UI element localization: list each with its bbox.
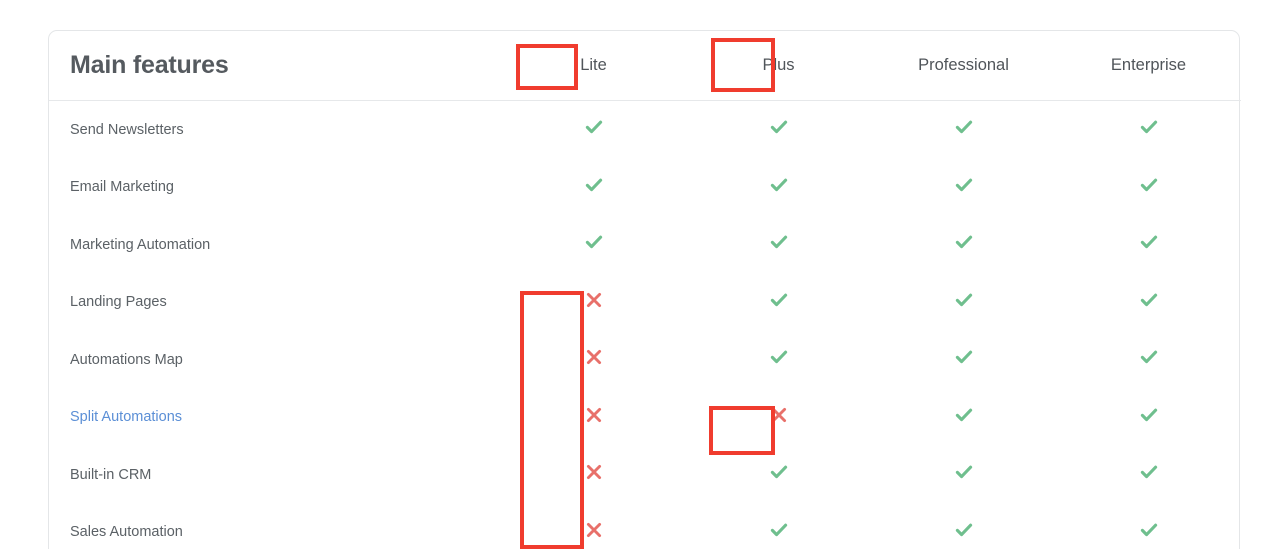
cross-icon — [769, 405, 789, 425]
cell-professional — [871, 446, 1056, 504]
cell-professional — [871, 389, 1056, 447]
cell-lite — [501, 504, 686, 549]
feature-name: Landing Pages — [70, 294, 167, 311]
check-icon — [954, 290, 974, 310]
table-body: Send Newsletters Email Marketing Marketing… — [49, 101, 1241, 549]
cell-plus — [686, 274, 871, 332]
cross-icon — [584, 520, 604, 540]
check-icon — [1139, 347, 1159, 367]
cell-plus — [686, 101, 871, 159]
check-icon — [1139, 117, 1159, 137]
page-viewport: Main features Lite Plus Professional Ent… — [0, 0, 1280, 549]
cell-plus — [686, 389, 871, 447]
check-icon — [769, 520, 789, 540]
column-header-professional[interactable]: Professional — [871, 31, 1056, 101]
check-icon — [954, 462, 974, 482]
cell-lite — [501, 216, 686, 274]
cell-professional — [871, 274, 1056, 332]
table-row: Email Marketing — [49, 159, 1241, 217]
cell-plus — [686, 159, 871, 217]
cell-enterprise — [1056, 159, 1241, 217]
table-header: Main features Lite Plus Professional Ent… — [49, 31, 1241, 101]
column-header-lite-label: Lite — [580, 56, 607, 74]
check-icon — [1139, 462, 1159, 482]
page-title: Main features — [49, 31, 501, 101]
cell-lite — [501, 446, 686, 504]
cell-professional — [871, 216, 1056, 274]
check-icon — [769, 232, 789, 252]
table-row: Split Automations — [49, 389, 1241, 447]
table-row: Send Newsletters — [49, 101, 1241, 159]
check-icon — [1139, 175, 1159, 195]
cell-professional — [871, 504, 1056, 549]
cross-icon — [584, 347, 604, 367]
table-row: Landing Pages — [49, 274, 1241, 332]
cell-lite — [501, 101, 686, 159]
check-icon — [1139, 232, 1159, 252]
table-row: Sales Automation — [49, 504, 1241, 549]
feature-comparison-table: Main features Lite Plus Professional Ent… — [49, 31, 1241, 549]
cell-lite — [501, 389, 686, 447]
feature-name: Built-in CRM — [70, 466, 152, 483]
feature-name: Sales Automation — [70, 524, 183, 541]
check-icon — [954, 347, 974, 367]
feature-comparison-card: Main features Lite Plus Professional Ent… — [48, 30, 1241, 549]
column-header-enterprise[interactable]: Enterprise — [1056, 31, 1241, 101]
check-icon — [954, 175, 974, 195]
table-row: Automations Map — [49, 331, 1241, 389]
cell-enterprise — [1056, 446, 1241, 504]
cell-enterprise — [1056, 331, 1241, 389]
check-icon — [584, 232, 604, 252]
cell-enterprise — [1056, 389, 1241, 447]
column-header-plus[interactable]: Plus — [686, 31, 871, 101]
column-header-plus-label: Plus — [762, 56, 795, 74]
header-row: Main features Lite Plus Professional Ent… — [49, 31, 1241, 101]
column-header-professional-label: Professional — [918, 56, 1009, 74]
check-icon — [954, 232, 974, 252]
cell-lite — [501, 331, 686, 389]
feature-name: Send Newsletters — [70, 121, 184, 138]
cell-enterprise — [1056, 216, 1241, 274]
check-icon — [769, 117, 789, 137]
column-header-enterprise-label: Enterprise — [1110, 56, 1187, 74]
check-icon — [769, 347, 789, 367]
cell-plus — [686, 331, 871, 389]
cell-enterprise — [1056, 274, 1241, 332]
check-icon — [1139, 405, 1159, 425]
check-icon — [954, 117, 974, 137]
feature-name: Automations Map — [70, 351, 183, 368]
column-header-lite[interactable]: Lite — [501, 31, 686, 101]
table-row: Built-in CRM — [49, 446, 1241, 504]
feature-name: Email Marketing — [70, 179, 174, 196]
check-icon — [954, 405, 974, 425]
feature-name: Marketing Automation — [70, 236, 211, 253]
cell-plus — [686, 504, 871, 549]
check-icon — [1139, 520, 1159, 540]
cell-lite — [501, 274, 686, 332]
cell-plus — [686, 446, 871, 504]
cell-enterprise — [1056, 504, 1241, 549]
cell-plus — [686, 216, 871, 274]
check-icon — [769, 462, 789, 482]
cell-professional — [871, 101, 1056, 159]
check-icon — [584, 117, 604, 137]
feature-name-link[interactable]: Split Automations — [49, 389, 501, 447]
cell-professional — [871, 331, 1056, 389]
cross-icon — [584, 462, 604, 482]
check-icon — [1139, 290, 1159, 310]
cross-icon — [584, 405, 604, 425]
cell-enterprise — [1056, 101, 1241, 159]
check-icon — [769, 175, 789, 195]
check-icon — [584, 175, 604, 195]
check-icon — [769, 290, 789, 310]
cell-professional — [871, 159, 1056, 217]
table-row: Marketing Automation — [49, 216, 1241, 274]
cell-lite — [501, 159, 686, 217]
cross-icon — [584, 290, 604, 310]
check-icon — [954, 520, 974, 540]
